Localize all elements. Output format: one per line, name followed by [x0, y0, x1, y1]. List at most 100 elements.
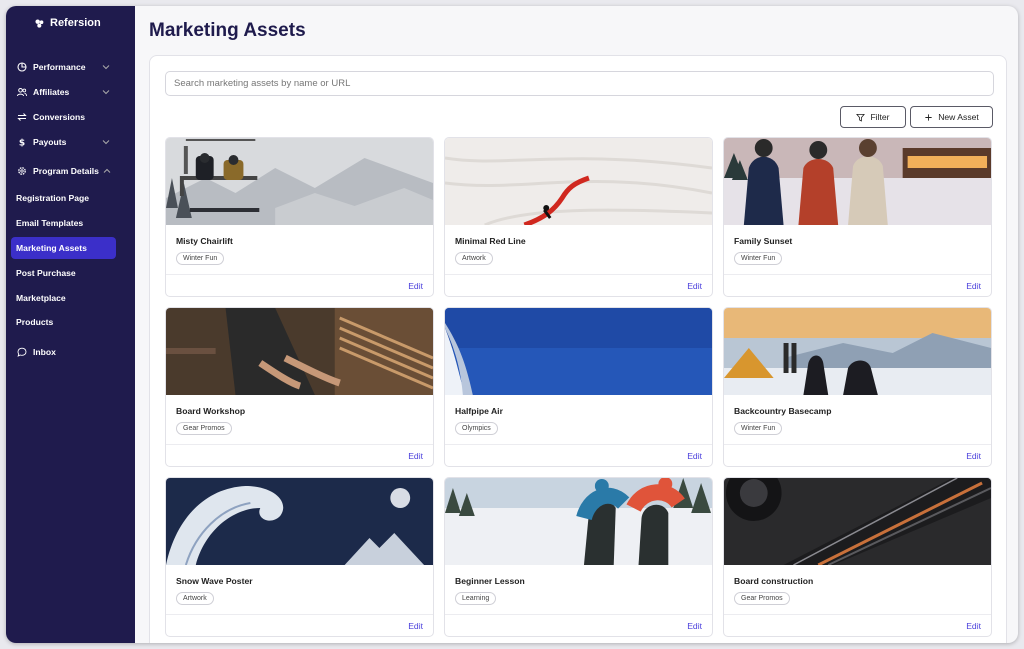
arrows-exchange-icon: [16, 111, 28, 123]
search-placeholder: Search marketing assets by name or URL: [174, 78, 351, 89]
dollar-icon: $: [16, 136, 28, 148]
asset-thumbnail-lesson: [445, 478, 712, 565]
sidebar-item-label: Affiliates: [33, 87, 70, 97]
asset-tag: Gear Promos: [734, 592, 790, 605]
chevron-down-icon: [102, 65, 110, 70]
asset-card[interactable]: Family Sunset Winter Fun Edit: [723, 137, 992, 297]
card-divider: [166, 274, 433, 275]
filter-button[interactable]: Filter: [840, 106, 906, 128]
card-divider: [445, 444, 712, 445]
sidebar-item-label: Marketing Assets: [16, 243, 87, 253]
chat-bubble-icon: [16, 346, 28, 358]
sidebar-item-label: Conversions: [33, 112, 86, 122]
sidebar-item-label: Products: [16, 317, 54, 327]
card-divider: [724, 274, 991, 275]
card-divider: [724, 614, 991, 615]
card-divider: [166, 614, 433, 615]
brand-logo[interactable]: Refersion: [34, 17, 101, 29]
asset-title: Board construction: [734, 576, 814, 586]
asset-card[interactable]: Board construction Gear Promos Edit: [723, 477, 992, 637]
sidebar-item-label: Inbox: [33, 347, 56, 357]
edit-link[interactable]: Edit: [408, 451, 423, 461]
asset-card[interactable]: Snow Wave Poster Artwork Edit: [165, 477, 434, 637]
sidebar-item-label: Payouts: [33, 137, 67, 147]
asset-title: Snow Wave Poster: [176, 576, 253, 586]
chevron-down-icon: [102, 90, 110, 95]
card-divider: [724, 444, 991, 445]
edit-link[interactable]: Edit: [408, 281, 423, 291]
users-icon: [16, 86, 28, 98]
sidebar-item-registration-page[interactable]: Registration Page: [11, 187, 116, 209]
edit-link[interactable]: Edit: [966, 621, 981, 631]
edit-link[interactable]: Edit: [966, 451, 981, 461]
sidebar-item-products[interactable]: Products: [11, 311, 116, 333]
card-divider: [166, 444, 433, 445]
asset-thumbnail-workshop: [166, 308, 433, 395]
svg-text:$: $: [19, 139, 25, 148]
logo-icon: [35, 18, 44, 28]
chevron-down-icon: [102, 140, 110, 145]
filter-icon: [856, 113, 866, 122]
asset-title: Family Sunset: [734, 236, 793, 246]
sidebar-item-conversions[interactable]: Conversions: [11, 106, 116, 128]
sidebar-item-marketing-assets[interactable]: Marketing Assets: [11, 237, 116, 259]
asset-tag: Olympics: [455, 422, 498, 435]
sidebar-item-label: Registration Page: [16, 193, 90, 203]
brand-name: Refersion: [50, 17, 101, 29]
sidebar-item-label: Post Purchase: [16, 268, 76, 278]
asset-title: Beginner Lesson: [455, 576, 525, 586]
edit-link[interactable]: Edit: [687, 621, 702, 631]
card-divider: [445, 614, 712, 615]
chart-pie-icon: [16, 61, 28, 73]
edit-link[interactable]: Edit: [687, 451, 702, 461]
asset-tag: Artwork: [455, 252, 493, 265]
new-asset-button[interactable]: New Asset: [910, 106, 993, 128]
sidebar-item-post-purchase[interactable]: Post Purchase: [11, 262, 116, 284]
sidebar-item-label: Marketplace: [16, 293, 66, 303]
sidebar-item-performance[interactable]: Performance: [11, 56, 116, 78]
sidebar-item-label: Program Details: [33, 166, 99, 176]
sidebar-item-email-templates[interactable]: Email Templates: [11, 212, 116, 234]
asset-tag: Winter Fun: [734, 422, 783, 435]
asset-title: Halfpipe Air: [455, 406, 503, 416]
asset-title: Minimal Red Line: [455, 236, 526, 246]
asset-tag: Learning: [455, 592, 497, 605]
new-asset-label: New Asset: [938, 112, 979, 122]
search-input[interactable]: Search marketing assets by name or URL: [165, 71, 994, 96]
asset-card[interactable]: Beginner Lesson Learning Edit: [444, 477, 713, 637]
sidebar-item-inbox[interactable]: Inbox: [11, 341, 116, 363]
asset-card[interactable]: Misty Chairlift Winter Fun Edit: [165, 137, 434, 297]
sidebar-item-marketplace[interactable]: Marketplace: [11, 287, 116, 309]
filter-label: Filter: [870, 112, 890, 122]
asset-thumbnail-basecamp: [724, 308, 991, 395]
asset-tag: Gear Promos: [176, 422, 232, 435]
asset-title: Misty Chairlift: [176, 236, 233, 246]
asset-card[interactable]: Board Workshop Gear Promos Edit: [165, 307, 434, 467]
app-window: Refersion Performance Affiliates Convers…: [6, 6, 1018, 643]
asset-title: Backcountry Basecamp: [734, 406, 832, 416]
sidebar-item-payouts[interactable]: $ Payouts: [11, 131, 116, 153]
asset-title: Board Workshop: [176, 406, 246, 416]
asset-tag: Winter Fun: [176, 252, 225, 265]
card-divider: [445, 274, 712, 275]
asset-thumbnail-family: [724, 138, 991, 225]
gear-icon: [16, 165, 28, 177]
edit-link[interactable]: Edit: [408, 621, 423, 631]
asset-card[interactable]: Minimal Red Line Artwork Edit: [444, 137, 713, 297]
sidebar-item-program-details[interactable]: Program Details: [11, 160, 116, 182]
asset-thumbnail-red-line: [445, 138, 712, 225]
sidebar-item-affiliates[interactable]: Affiliates: [11, 81, 116, 103]
asset-tag: Artwork: [176, 592, 214, 605]
sidebar-item-label: Performance: [33, 62, 86, 72]
edit-link[interactable]: Edit: [966, 281, 981, 291]
plus-icon: [925, 113, 932, 121]
asset-card[interactable]: Backcountry Basecamp Winter Fun Edit: [723, 307, 992, 467]
edit-link[interactable]: Edit: [687, 281, 702, 291]
asset-thumbnail-wave: [166, 478, 433, 565]
asset-card[interactable]: Halfpipe Air Olympics Edit: [444, 307, 713, 467]
page-title: Marketing Assets: [149, 20, 306, 41]
asset-thumbnail-halfpipe: [445, 308, 712, 395]
sidebar-item-label: Email Templates: [16, 218, 84, 228]
sidebar: Refersion Performance Affiliates Convers…: [6, 6, 135, 643]
asset-thumbnail-chairlift: [166, 138, 433, 225]
